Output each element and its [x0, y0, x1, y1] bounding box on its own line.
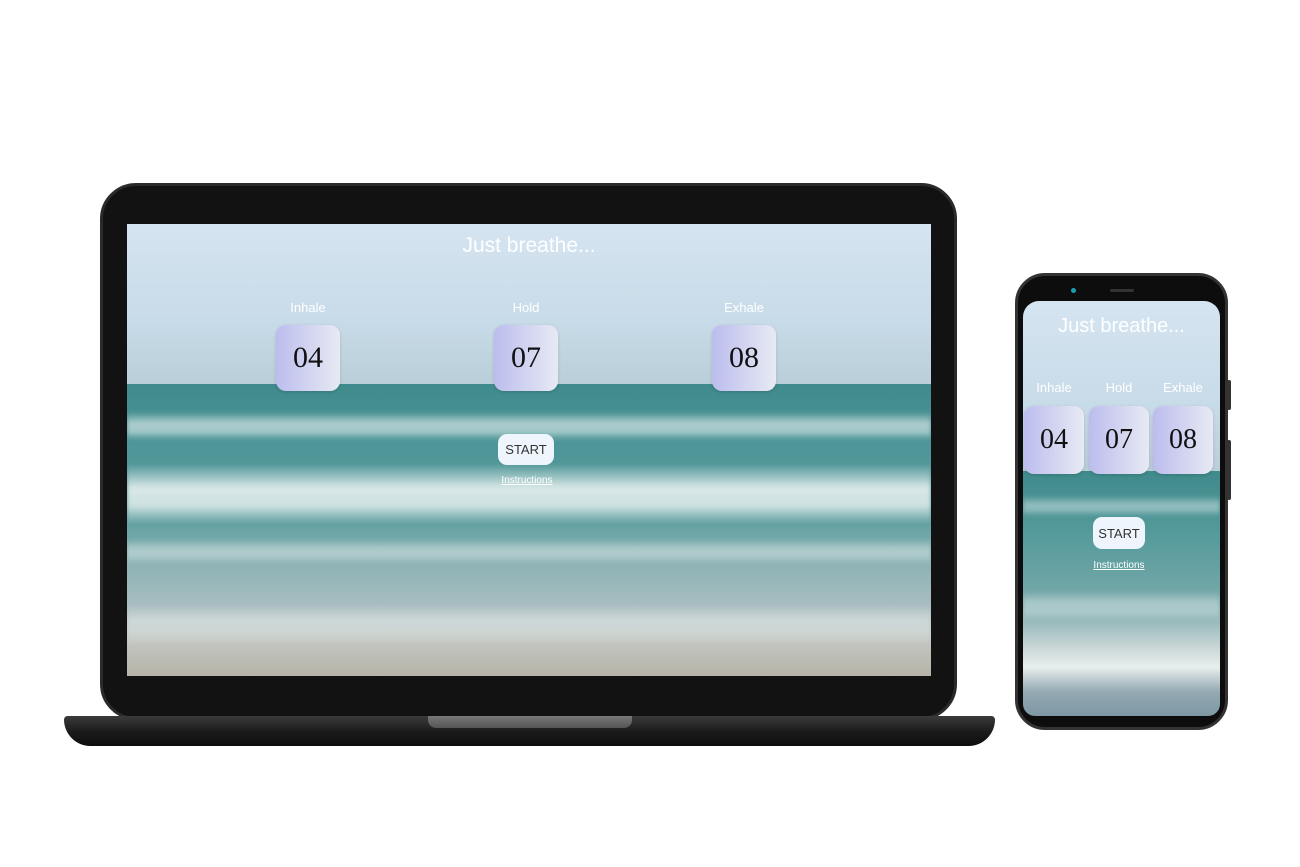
phone-side-button	[1227, 380, 1231, 410]
inhale-counter[interactable]: 04	[276, 325, 340, 391]
app-title: Just breathe...	[1058, 315, 1185, 337]
hold-counter[interactable]: 07	[1089, 406, 1149, 474]
phase-label-exhale: Exhale	[1163, 380, 1203, 395]
app-title: Just breathe...	[462, 234, 596, 257]
phase-label-hold: Hold	[512, 300, 540, 315]
phase-label-exhale: Exhale	[724, 300, 764, 315]
inhale-counter[interactable]: 04	[1024, 406, 1084, 474]
ocean-background	[1023, 301, 1220, 716]
phone-speaker	[1110, 289, 1134, 292]
laptop-notch	[428, 716, 632, 728]
start-button[interactable]: START	[1093, 517, 1145, 549]
phase-label-inhale: Inhale	[1036, 380, 1072, 395]
exhale-counter[interactable]: 08	[712, 325, 776, 391]
phone-volume-button	[1227, 440, 1231, 500]
phone-screen: Just breathe... Inhale 04 Hold 07 Exhale…	[1023, 301, 1220, 716]
instructions-link[interactable]: Instructions	[1079, 560, 1159, 571]
laptop-screen: Just breathe... Inhale 04 Hold 07 Exhale…	[127, 224, 931, 676]
phase-label-hold: Hold	[1105, 380, 1133, 395]
instructions-link[interactable]: Instructions	[487, 475, 567, 486]
phase-label-inhale: Inhale	[290, 300, 326, 315]
start-button[interactable]: START	[498, 434, 554, 465]
exhale-counter[interactable]: 08	[1153, 406, 1213, 474]
camera-icon	[1071, 288, 1076, 293]
hold-counter[interactable]: 07	[494, 325, 558, 391]
